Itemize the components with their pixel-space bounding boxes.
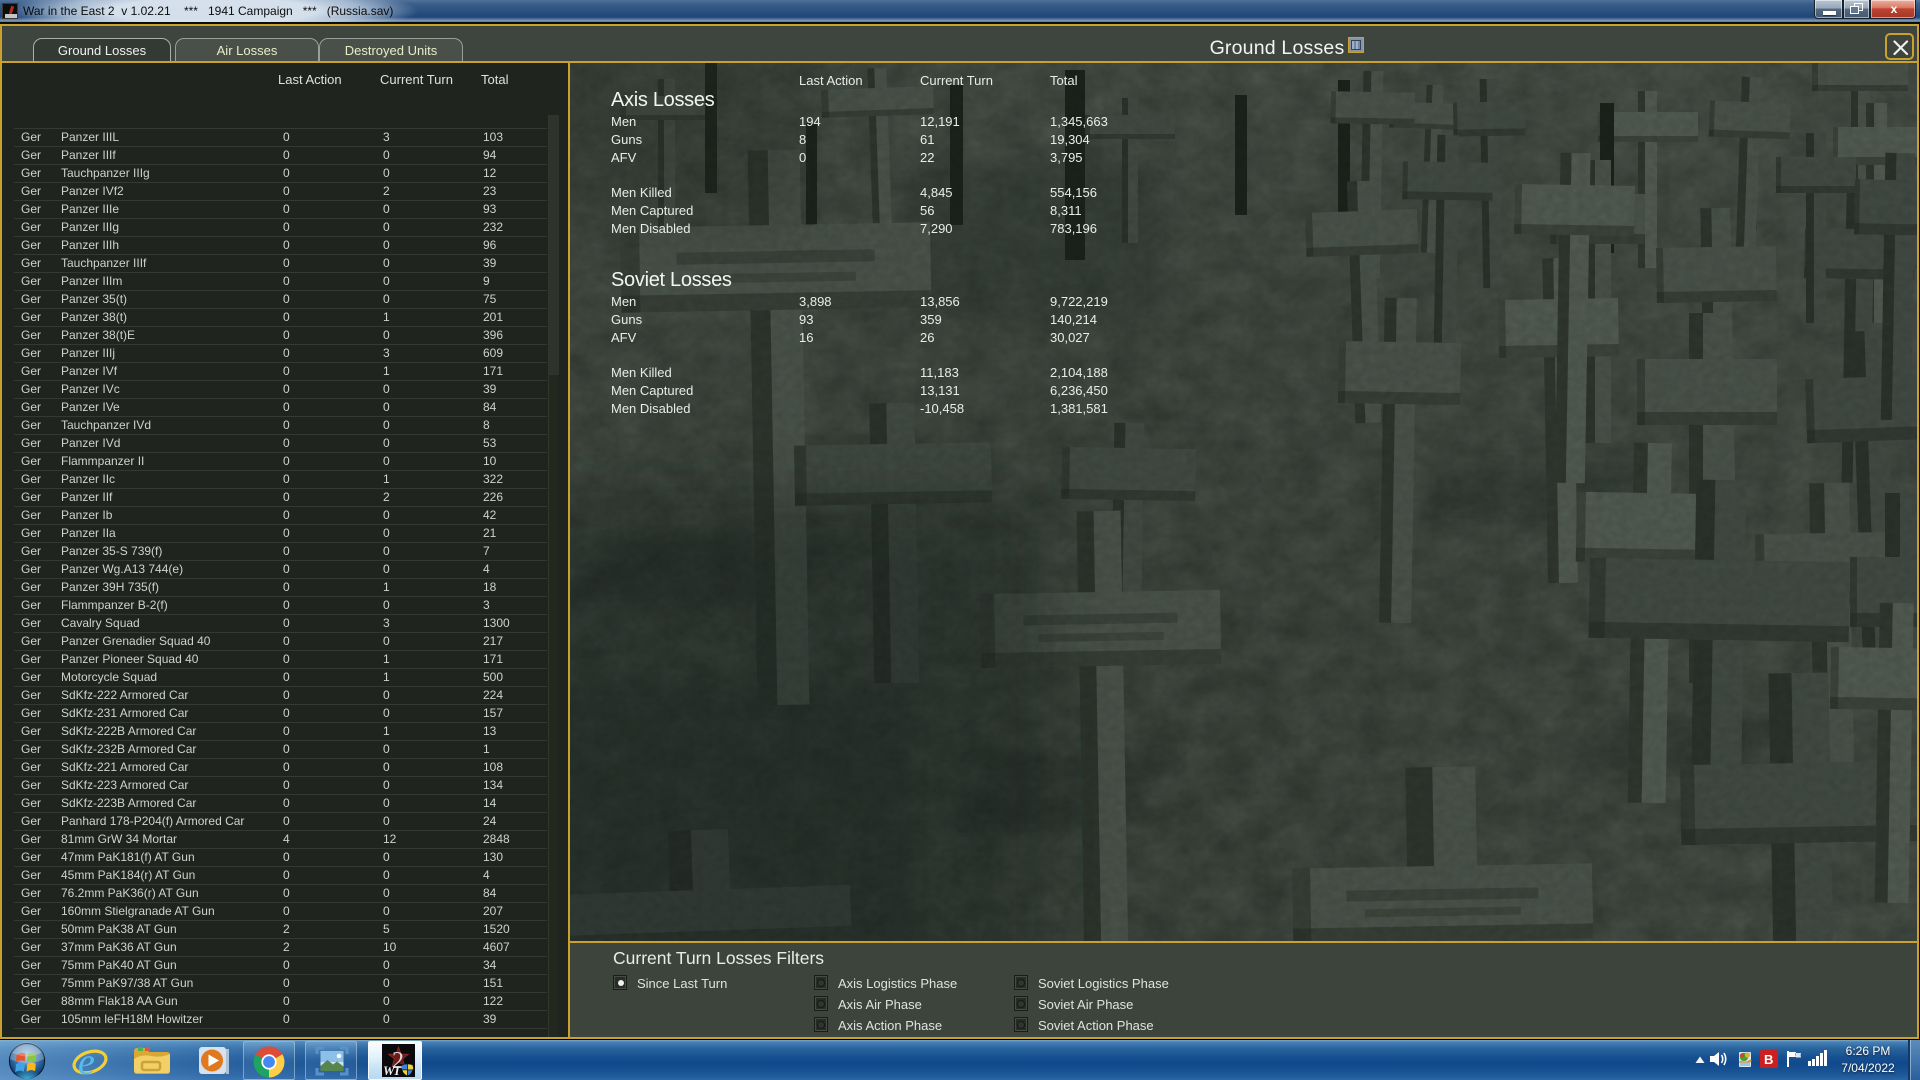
svg-text:WI: WI — [383, 1063, 401, 1077]
svg-text:B: B — [1764, 1052, 1773, 1067]
svg-text:e: e — [78, 1043, 95, 1079]
